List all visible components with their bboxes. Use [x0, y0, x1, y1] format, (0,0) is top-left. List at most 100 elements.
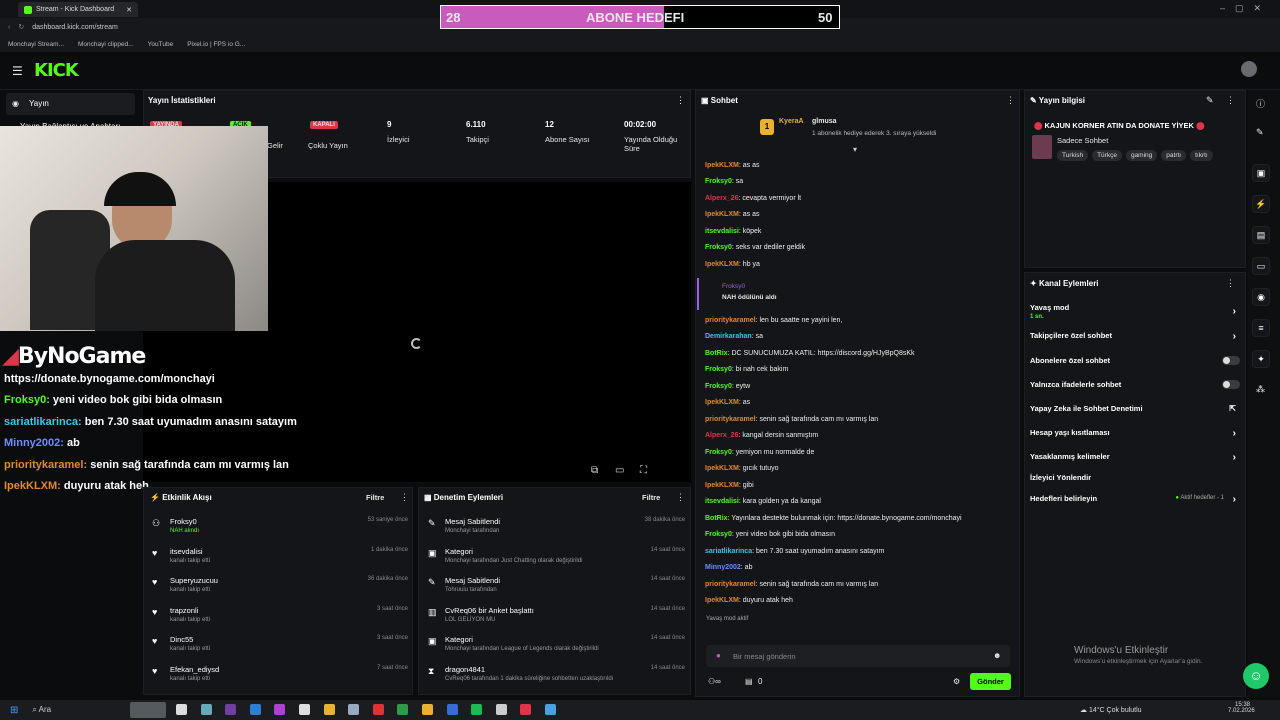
emoji-icon[interactable]: ☻	[993, 651, 1001, 660]
taskbar-app-icon[interactable]	[495, 704, 507, 715]
subs-only-row[interactable]: Abonelere özel sohbet	[1030, 356, 1240, 365]
moderation-filter-button[interactable]: Filtre	[642, 493, 660, 502]
chat-username[interactable]: IpekKLXM	[705, 261, 739, 268]
pip-icon[interactable]: ⧉	[591, 465, 598, 476]
taskbar-app-icon[interactable]	[225, 704, 237, 715]
edit-icon[interactable]: ✎	[1206, 95, 1214, 106]
broadcast-icon[interactable]: ◉	[1252, 288, 1270, 306]
slow-mode-row[interactable]: Yavaş mod 1 sn. ›	[1030, 303, 1240, 320]
chat-username[interactable]: Alperx_26	[705, 195, 738, 202]
taskbar-app-icon[interactable]	[422, 704, 433, 715]
more-icon[interactable]: ⋮	[1006, 95, 1015, 106]
back-icon[interactable]: ‹	[8, 24, 10, 31]
chat-username[interactable]: sariatlikarinca	[705, 548, 752, 555]
taskbar-app-icon[interactable]	[471, 704, 483, 715]
taskbar-app-icon[interactable]	[176, 704, 187, 715]
theater-icon[interactable]: ▭	[615, 465, 624, 476]
taskbar-app-icon[interactable]	[348, 704, 360, 715]
apps-icon[interactable]: ⁂	[1256, 384, 1265, 395]
taskbar-app-icon[interactable]	[249, 704, 261, 715]
chat-username[interactable]: Froksy0	[705, 449, 732, 456]
chat-username[interactable]: Froksy0	[705, 531, 732, 538]
bookmark[interactable]: Monchayi clipped...	[78, 41, 134, 48]
chat-username[interactable]: Alperx_26	[705, 432, 738, 439]
taskbar-app-icon[interactable]	[545, 704, 556, 715]
sidebar-item-yayin[interactable]	[6, 93, 135, 115]
chat-username[interactable]: Demirkarahan	[705, 333, 752, 340]
chat-username[interactable]: IpekKLXM	[705, 597, 739, 604]
more-icon[interactable]: ⋮	[676, 95, 685, 106]
chat-username[interactable]: BotRix	[705, 350, 728, 357]
chat-username[interactable]: IpekKLXM	[705, 162, 739, 169]
emotes-only-toggle[interactable]	[1222, 380, 1240, 389]
info-icon[interactable]: ⓘ	[1256, 97, 1265, 110]
taskbar-app-icon[interactable]	[446, 704, 458, 715]
redirect-row[interactable]: İzleyici Yönlendir	[1030, 473, 1240, 482]
chat-username[interactable]: BotRix	[705, 515, 728, 522]
wrench-icon[interactable]: ✦	[1252, 350, 1270, 368]
chat-username[interactable]: IpekKLXM	[705, 465, 739, 472]
chat-username[interactable]: IpekKLXM	[705, 211, 739, 218]
chat-username[interactable]: prioritykaramel	[705, 416, 756, 423]
taskbar-app-icon[interactable]	[200, 704, 212, 715]
stack-icon[interactable]: ≡	[1252, 319, 1270, 337]
chat-username[interactable]: Froksy0	[705, 366, 732, 373]
taskbar-app-icon[interactable]	[520, 704, 532, 715]
banned-words-row[interactable]: Yasaklanmış kelimeler ›	[1030, 452, 1240, 463]
followers-only-row[interactable]: Takipçilere özel sohbet ›	[1030, 331, 1240, 342]
close-tab-icon[interactable]: ✕	[126, 6, 132, 14]
taskbar-app-icon[interactable]	[397, 704, 409, 715]
taskbar-app-icon[interactable]	[299, 704, 310, 715]
weather[interactable]: ☁ 14°C Çok bulutlu	[1080, 706, 1142, 714]
chat-username[interactable]: prioritykaramel	[705, 581, 756, 588]
menu-icon[interactable]: ☰	[12, 64, 23, 78]
chat-username[interactable]: Froksy0	[705, 244, 732, 251]
chat-username[interactable]: IpekKLXM	[705, 399, 739, 406]
bookmark[interactable]: YouTube	[148, 41, 174, 48]
support-chat-icon[interactable]: ☺	[1243, 663, 1269, 689]
chat-icon[interactable]: ▭	[1252, 257, 1270, 275]
tag[interactable]: Türkçe	[1092, 150, 1122, 161]
tag[interactable]: gaming	[1125, 150, 1158, 161]
settings-icon[interactable]: ⚙	[953, 677, 960, 686]
collapse-icon[interactable]: ▾	[853, 145, 857, 154]
category-name[interactable]: Sadece Sohbet	[1057, 136, 1108, 145]
more-icon[interactable]: ⋮	[400, 492, 409, 503]
more-icon[interactable]: ⋮	[1226, 278, 1235, 289]
chat-username[interactable]: itsevdalisi	[705, 228, 739, 235]
goals-row[interactable]: Hedefleri belirleyin ● Aktif hedefler - 1…	[1030, 494, 1240, 505]
avatar[interactable]	[1241, 61, 1257, 77]
chat-username[interactable]: Froksy0	[705, 383, 732, 390]
windows-start-icon[interactable]: ⊞	[10, 705, 18, 716]
subs-only-toggle[interactable]	[1222, 356, 1240, 365]
ai-moderation-row[interactable]: Yapay Zeka ile Sohbet Denetimi ⇱	[1030, 404, 1240, 413]
chat-username[interactable]: Froksy0	[705, 178, 732, 185]
users-icon[interactable]: ⚇∞	[708, 677, 721, 686]
chat-username[interactable]: itsevdalisi	[705, 498, 739, 505]
more-icon[interactable]: ⋮	[1226, 95, 1235, 106]
url-text[interactable]: dashboard.kick.com/stream	[32, 24, 118, 31]
tag[interactable]: Turkish	[1057, 150, 1089, 161]
bookmark[interactable]: Pixel.io | FPS io G...	[187, 41, 245, 48]
camera-icon[interactable]: ▣	[1252, 164, 1270, 182]
chat-username[interactable]: Minny2002	[705, 564, 741, 571]
fullscreen-icon[interactable]: ⛶	[640, 465, 647, 476]
pencil-icon[interactable]: ✎	[1256, 127, 1264, 138]
mic-icon[interactable]: ●	[716, 651, 721, 660]
taskbar-app-icon[interactable]	[323, 704, 335, 715]
browser-tab[interactable]: Stream - Kick Dashboard ✕	[18, 2, 138, 17]
more-icon[interactable]: ⋮	[676, 492, 685, 503]
activity-filter-button[interactable]: Filtre	[366, 493, 384, 502]
kick-logo[interactable]: KICK	[34, 60, 79, 81]
clock[interactable]: 15:38 7.02.2026	[1228, 702, 1255, 714]
chat-username[interactable]: IpekKLXM	[705, 482, 739, 489]
document-icon[interactable]: ▤	[1252, 226, 1270, 244]
taskbar-app-icon[interactable]	[372, 704, 384, 715]
window-controls[interactable]: –▢✕	[1220, 3, 1271, 14]
chat-username[interactable]: prioritykaramel	[705, 317, 756, 324]
taskbar-search[interactable]: ⌕ Ara	[32, 705, 51, 715]
send-button[interactable]: Gönder	[970, 673, 1011, 690]
lightning-icon[interactable]: ⚡	[1252, 195, 1270, 213]
tag[interactable]: tıkrtı	[1190, 150, 1213, 161]
reload-icon[interactable]: ↻	[18, 23, 24, 31]
